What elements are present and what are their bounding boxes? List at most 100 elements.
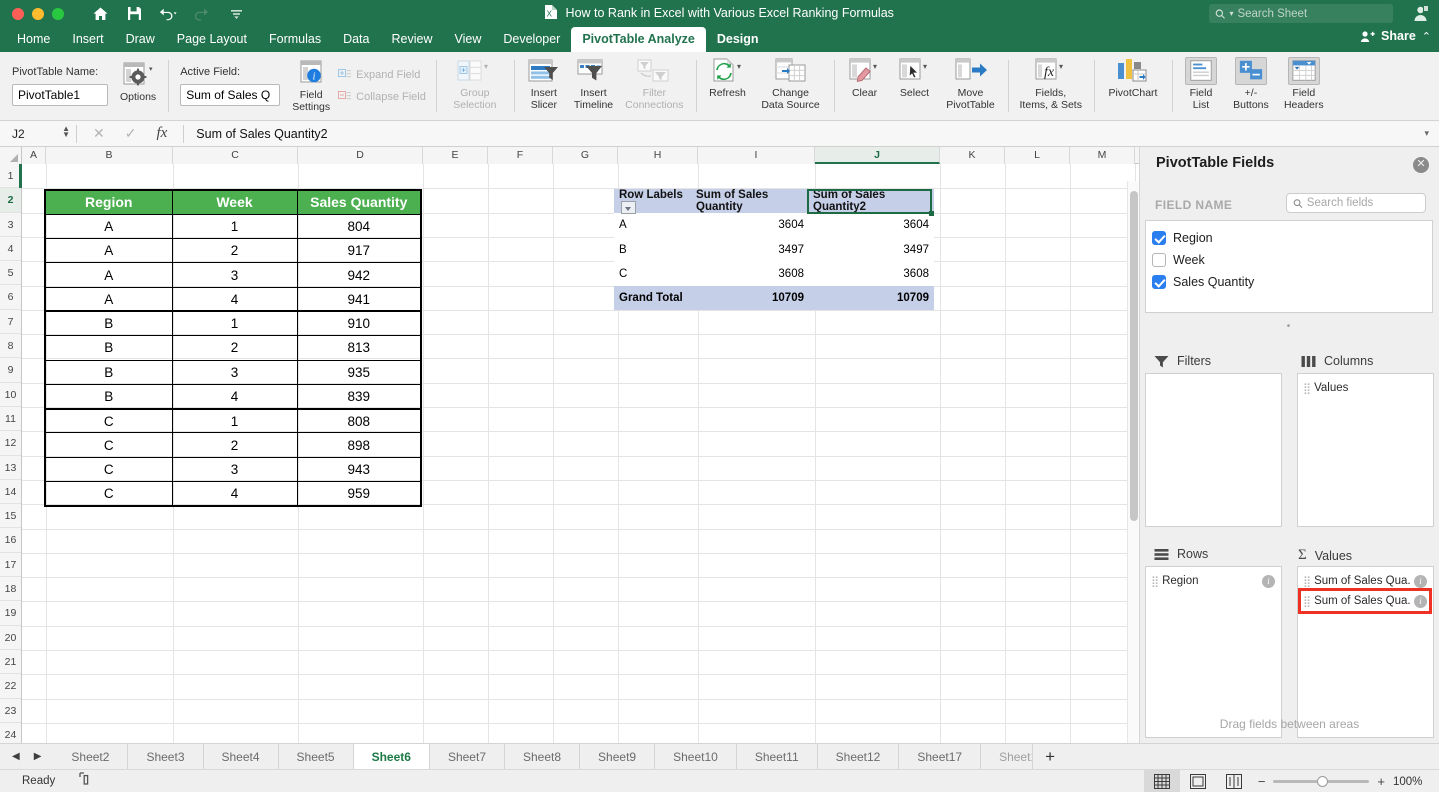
pivot-value1[interactable]: 3608	[692, 268, 809, 280]
cell-region[interactable]: C	[44, 432, 173, 458]
drag-grip-icon[interactable]: ⣿	[1151, 575, 1159, 588]
move-pivottable-button[interactable]: Move PivotTable	[940, 52, 1002, 120]
sheet-tab-sheet8[interactable]: Sheet8	[505, 744, 581, 769]
tab-pivottable-analyze[interactable]: PivotTable Analyze	[571, 27, 706, 52]
source-data-table[interactable]: Region Week Sales Quantity A 1 804 A 2 917 A…	[44, 189, 422, 507]
active-field-input[interactable]: Sum of Sales Q	[180, 84, 281, 106]
cell-week[interactable]: 2	[171, 335, 298, 361]
table-row[interactable]: A 1 804	[44, 213, 422, 240]
tab-design[interactable]: Design	[706, 27, 770, 52]
cell-week[interactable]: 1	[171, 213, 298, 240]
table-row[interactable]: B 2 813	[44, 335, 422, 361]
column-header-D[interactable]: D	[298, 147, 423, 164]
filters-drop-area[interactable]	[1145, 373, 1282, 527]
column-header-J[interactable]: J	[815, 147, 940, 164]
pivot-row-label[interactable]: A	[614, 219, 692, 231]
select-button[interactable]: ▾ Select	[890, 52, 940, 120]
sheet-tab-sheet18[interactable]: Sheet18	[981, 744, 1034, 769]
rows-drop-area[interactable]: ⣿ Region i	[1145, 566, 1282, 738]
sheet-tab-sheet4[interactable]: Sheet4	[203, 744, 279, 769]
add-sheet-button[interactable]: +	[1033, 744, 1067, 769]
search-sheet-input[interactable]	[1237, 7, 1387, 20]
field-item-week[interactable]: Week	[1152, 249, 1432, 271]
search-fields-input[interactable]	[1306, 197, 1419, 209]
pivot-grand-total-row[interactable]: Grand Total 10709 10709	[614, 286, 934, 311]
sheet-tab-sheet5[interactable]: Sheet5	[278, 744, 354, 769]
search-sheet-box[interactable]: ▾	[1209, 4, 1393, 23]
tab-insert[interactable]: Insert	[61, 27, 114, 52]
expand-field-button[interactable]: Expand Field	[338, 69, 426, 81]
sheet-tab-sheet3[interactable]: Sheet3	[128, 744, 204, 769]
cell-sales-quantity[interactable]: 959	[296, 481, 422, 507]
table-row[interactable]: C 2 898	[44, 432, 422, 458]
pivottable-name-input[interactable]: PivotTable1	[12, 84, 108, 106]
row-header-10[interactable]: 10	[0, 382, 21, 407]
cell-region[interactable]: A	[44, 262, 173, 288]
pivot-data-row[interactable]: B 3497 3497	[614, 237, 934, 262]
sheet-tab-sheet17[interactable]: Sheet17	[899, 744, 982, 769]
row-header-21[interactable]: 21	[0, 649, 21, 675]
cell-region[interactable]: B	[44, 310, 173, 337]
table-row[interactable]: B 1 910	[44, 310, 422, 337]
pivot-row-label[interactable]: C	[614, 268, 692, 280]
field-headers-button[interactable]: Field Headers	[1278, 52, 1330, 120]
cell-week[interactable]: 3	[171, 456, 298, 483]
close-window-button[interactable]	[12, 7, 24, 20]
column-header-B[interactable]: B	[46, 147, 173, 164]
insert-timeline-button[interactable]: Insert Timeline	[568, 52, 619, 120]
cell-sales-quantity[interactable]: 804	[296, 213, 422, 240]
pivot-value1-header[interactable]: Sum of Sales Quantity	[692, 189, 809, 213]
cell-week[interactable]: 4	[171, 383, 298, 410]
select-all-corner[interactable]	[0, 147, 22, 164]
column-header-E[interactable]: E	[423, 147, 488, 164]
cell-week[interactable]: 4	[171, 481, 298, 507]
sheet-tab-sheet12[interactable]: Sheet12	[817, 744, 900, 769]
pivot-row-label[interactable]: B	[614, 244, 692, 256]
zoom-slider[interactable]	[1273, 776, 1370, 787]
cell-sales-quantity[interactable]: 813	[296, 335, 422, 361]
minimize-window-button[interactable]	[32, 7, 44, 20]
column-header-L[interactable]: L	[1005, 147, 1070, 164]
normal-view-icon[interactable]	[1143, 770, 1180, 792]
customize-toolbar-icon[interactable]	[226, 4, 246, 24]
name-box-spinner[interactable]: ▲ ▼	[62, 124, 70, 138]
cell-region[interactable]: B	[44, 383, 173, 410]
drag-grip-icon[interactable]: ⣿	[1303, 382, 1311, 395]
page-break-preview-icon[interactable]	[1216, 770, 1252, 792]
column-header-A[interactable]: A	[22, 147, 46, 164]
pivot-value2[interactable]: 3497	[809, 244, 934, 256]
field-settings-button[interactable]: i Field Settings	[286, 52, 336, 120]
values-drop-area[interactable]: ⣿ Sum of Sales Qua... i ⣿ Sum of Sales Q…	[1297, 566, 1434, 738]
cell-week[interactable]: 3	[171, 359, 298, 385]
share-button[interactable]: Share ⌃	[1360, 29, 1431, 43]
field-item-sales-quantity[interactable]: Sales Quantity	[1152, 271, 1432, 293]
field-info-icon[interactable]: i	[1262, 574, 1275, 588]
cell-region[interactable]: B	[44, 335, 173, 361]
tab-view[interactable]: View	[443, 27, 492, 52]
row-header-15[interactable]: 15	[0, 504, 21, 529]
insert-slicer-button[interactable]: Insert Slicer	[520, 52, 568, 120]
formula-input[interactable]: Sum of Sales Quantity2	[184, 127, 1424, 141]
cell-region[interactable]: C	[44, 456, 173, 483]
page-layout-icon[interactable]	[1180, 770, 1216, 792]
close-icon[interactable]: ✕	[1413, 157, 1429, 173]
columns-field-values[interactable]: ⣿ Values	[1301, 378, 1429, 398]
pivot-data-row[interactable]: A 3604 3604	[614, 213, 934, 238]
checkbox-sales-quantity[interactable]	[1152, 275, 1166, 289]
cell-week[interactable]: 2	[171, 432, 298, 458]
cell-region[interactable]: A	[44, 286, 173, 313]
tab-page-layout[interactable]: Page Layout	[166, 27, 258, 52]
pivot-value2[interactable]: 3604	[809, 219, 934, 231]
vertical-scrollbar[interactable]	[1127, 181, 1139, 743]
row-header-18[interactable]: 18	[0, 577, 21, 602]
row-header-13[interactable]: 13	[0, 455, 21, 480]
rows-field-region[interactable]: ⣿ Region i	[1149, 571, 1277, 591]
row-header-17[interactable]: 17	[0, 552, 21, 578]
cell-sales-quantity[interactable]: 910	[296, 310, 422, 337]
filter-connections-button[interactable]: Filter Connections	[619, 52, 689, 120]
home-icon[interactable]	[90, 4, 110, 24]
cell-sales-quantity[interactable]: 942	[296, 262, 422, 288]
column-header-K[interactable]: K	[940, 147, 1005, 164]
values-field-sum-of-sales-quantity2[interactable]: ⣿ Sum of Sales Qua... i	[1298, 588, 1432, 614]
zoom-slider-knob[interactable]	[1317, 776, 1329, 787]
